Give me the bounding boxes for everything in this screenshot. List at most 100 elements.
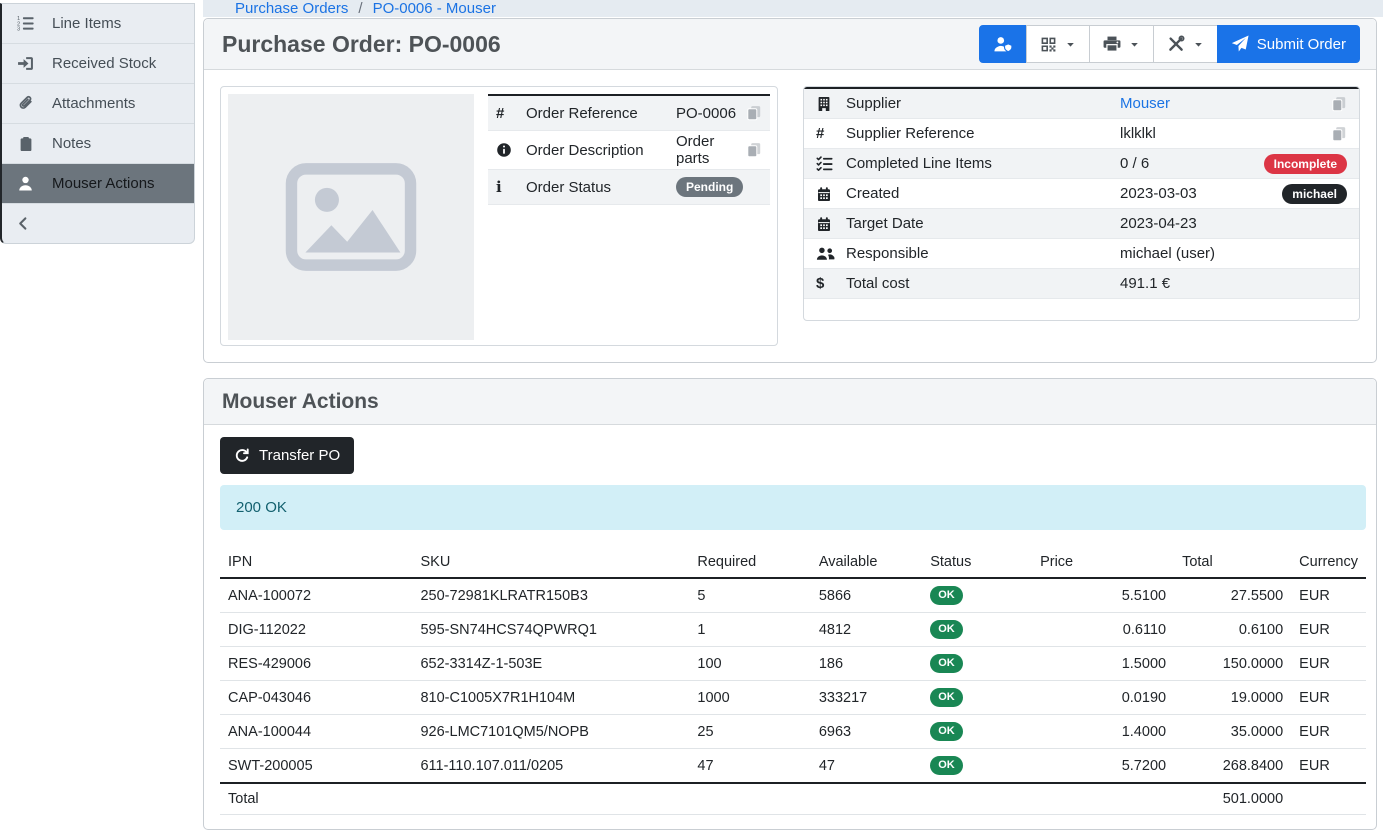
cell-required: 1 (689, 613, 810, 647)
copy-icon[interactable] (746, 105, 762, 121)
tools-icon (1167, 35, 1185, 53)
sidebar-item-label: Received Stock (52, 55, 156, 72)
chevron-left-icon (16, 216, 31, 231)
paperclip-icon (16, 95, 35, 112)
page-title: Purchase Order: PO-0006 (222, 31, 501, 58)
submit-order-label: Submit Order (1257, 36, 1346, 53)
admin-button[interactable] (979, 25, 1027, 63)
hash-icon: # (816, 125, 846, 142)
cell-sku: 595-SN74HCS74QPWRQ1 (412, 613, 689, 647)
calendar-icon (816, 216, 846, 232)
sidebar: 123 Line Items Received Stock Attachments No… (0, 0, 195, 794)
detail-row-order-reference: #Order ReferencePO-0006 (488, 96, 770, 131)
column-header-required: Required (689, 547, 810, 578)
cell-total: 27.5500 (1174, 578, 1291, 613)
cell-available: 4812 (811, 613, 922, 647)
detail-row-order-status: iOrder StatusPending (488, 170, 770, 205)
cell-sku: 810-C1005X7R1H104M (412, 681, 689, 715)
detail-value: 491.1 € (1120, 275, 1347, 292)
detail-value: 2023-04-23 (1120, 215, 1347, 232)
status-badge: michael (1282, 184, 1347, 204)
cell-total: 268.8400 (1174, 749, 1291, 784)
cell-ipn: CAP-043046 (220, 681, 412, 715)
printer-icon (1103, 35, 1121, 53)
cell-price: 0.6110 (1032, 613, 1174, 647)
sidebar-collapse-button[interactable] (2, 204, 194, 243)
table-footer-cell (1032, 783, 1174, 815)
status-badge: OK (930, 620, 963, 639)
cell-available: 5866 (811, 578, 922, 613)
purchase-order-panel: Purchase Order: PO-0006 (203, 18, 1377, 363)
print-actions-button[interactable] (1089, 25, 1154, 63)
cell-ipn: DIG-112022 (220, 613, 412, 647)
cell-status: OK (922, 647, 1032, 681)
cell-ipn: ANA-100044 (220, 715, 412, 749)
status-badge: OK (930, 688, 963, 707)
sidebar-item-notes[interactable]: Notes (2, 124, 194, 164)
cell-status: OK (922, 578, 1032, 613)
sidebar-item-label: Mouser Actions (52, 175, 155, 192)
table-footer-cell (811, 783, 922, 815)
order-summary-card: #Order ReferencePO-0006Order Description… (220, 86, 778, 346)
cell-currency: EUR (1291, 578, 1366, 613)
copy-icon[interactable] (1331, 96, 1347, 112)
cell-available: 47 (811, 749, 922, 784)
cell-ipn: SWT-200005 (220, 749, 412, 784)
breadcrumb-link-current-order[interactable]: PO-0006 - Mouser (373, 0, 496, 17)
copy-icon[interactable] (1331, 126, 1347, 142)
detail-row-order-description: Order DescriptionOrder parts (488, 131, 770, 170)
qrcode-icon (1040, 36, 1057, 53)
list-ol-icon: 123 (16, 15, 35, 32)
sign-in-icon (16, 55, 35, 72)
detail-row-supplier-reference: #Supplier Referencelklklkl (804, 119, 1359, 149)
cell-total: 150.0000 (1174, 647, 1291, 681)
cell-required: 47 (689, 749, 810, 784)
sidebar-item-line-items[interactable]: 123 Line Items (2, 4, 194, 44)
sidebar-panel: 123 Line Items Received Stock Attachments No… (0, 3, 195, 244)
transfer-po-button[interactable]: Transfer PO (220, 437, 354, 474)
status-badge: Pending (676, 177, 743, 197)
sidebar-item-label: Notes (52, 135, 91, 152)
submit-order-button[interactable]: Submit Order (1217, 25, 1360, 63)
sidebar-item-mouser-actions[interactable]: Mouser Actions (2, 164, 194, 204)
copy-icon[interactable] (746, 142, 762, 158)
column-header-available: Available (811, 547, 922, 578)
status-alert: 200 OK (220, 485, 1366, 530)
detail-row-total-cost: $Total cost491.1 € (804, 269, 1359, 299)
cell-required: 5 (689, 578, 810, 613)
image-icon (275, 141, 427, 293)
table-footer-cell (689, 783, 810, 815)
column-header-currency: Currency (1291, 547, 1366, 578)
sidebar-item-attachments[interactable]: Attachments (2, 84, 194, 124)
caret-down-icon (1065, 39, 1076, 50)
detail-row-completed-line-items: Completed Line Items0 / 6Incomplete (804, 149, 1359, 179)
cell-status: OK (922, 715, 1032, 749)
order-toolbar: Submit Order (979, 25, 1360, 63)
sidebar-item-label: Line Items (52, 15, 121, 32)
cell-required: 1000 (689, 681, 810, 715)
table-footer-total: 501.0000 (1174, 783, 1291, 815)
cell-currency: EUR (1291, 715, 1366, 749)
detail-value-link[interactable]: Mouser (1120, 95, 1170, 112)
breadcrumb-link-purchase-orders[interactable]: Purchase Orders (235, 0, 348, 17)
users-icon (816, 245, 846, 262)
cell-sku: 926-LMC7101QM5/NOPB (412, 715, 689, 749)
cell-available: 6963 (811, 715, 922, 749)
transfer-po-label: Transfer PO (259, 447, 340, 464)
status-badge: Incomplete (1264, 154, 1347, 174)
detail-row-responsible: Responsiblemichael (user) (804, 239, 1359, 269)
column-header-price: Price (1032, 547, 1174, 578)
sidebar-item-received-stock[interactable]: Received Stock (2, 44, 194, 84)
order-options-button[interactable] (1153, 25, 1218, 63)
empty-row (804, 299, 1359, 320)
cell-currency: EUR (1291, 681, 1366, 715)
mouser-actions-panel: Mouser Actions Transfer PO 200 OK IPNSKU… (203, 378, 1377, 830)
table-footer-cell (412, 783, 689, 815)
column-header-total: Total (1174, 547, 1291, 578)
column-header-sku: SKU (412, 547, 689, 578)
table-row: DIG-112022595-SN74HCS74QPWRQ114812 OK 0.61… (220, 613, 1366, 647)
caret-down-icon (1129, 39, 1140, 50)
calendar-icon (816, 186, 846, 202)
detail-value: PO-0006 (676, 105, 746, 122)
barcode-actions-button[interactable] (1026, 25, 1090, 63)
